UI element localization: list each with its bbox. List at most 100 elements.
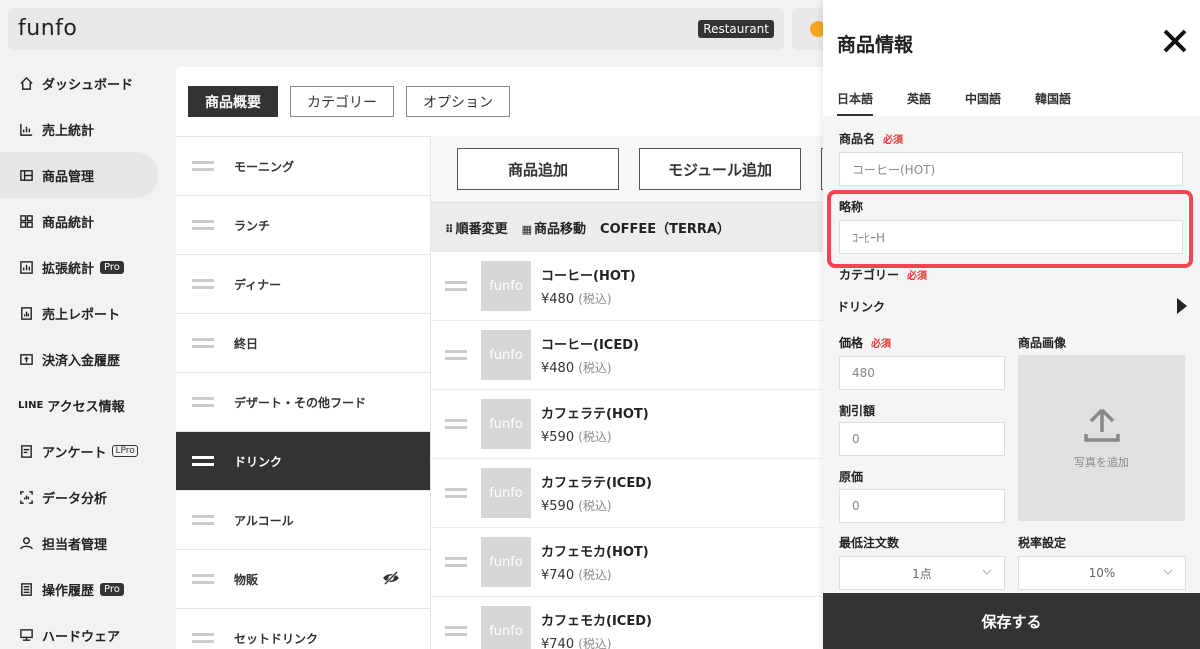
drawer-title: 商品情報	[837, 34, 914, 56]
sidebar-item-payment-history[interactable]: 決済入金履歴	[0, 336, 165, 382]
drag-handle-icon[interactable]	[192, 338, 214, 348]
sidebar-item-label: 担当者管理	[42, 537, 108, 553]
product-row[interactable]: funfo コーヒー(ICED) ¥480 (税込)	[431, 321, 836, 390]
category-item[interactable]: 物販	[176, 550, 430, 609]
sidebar-item-sales-stats[interactable]: 売上統計	[0, 106, 165, 152]
drag-handle-icon[interactable]	[192, 456, 214, 466]
product-row[interactable]: funfo カフェラテ(HOT) ¥590 (税込)	[431, 390, 836, 459]
report-icon	[18, 305, 34, 321]
section-tabs: 商品概要 カテゴリー オプション	[188, 86, 510, 117]
drag-handle-icon[interactable]	[445, 419, 467, 429]
cost-input[interactable]: 0	[839, 489, 1005, 523]
product-row[interactable]: funfo カフェラテ(ICED) ¥590 (税込)	[431, 459, 836, 528]
category-item[interactable]: 終日	[176, 314, 430, 373]
category-item[interactable]: アルコール	[176, 491, 430, 550]
sidebar-item-staff-management[interactable]: 担当者管理	[0, 520, 165, 566]
product-price: ¥480	[541, 292, 575, 307]
category-item[interactable]: モーニング	[176, 137, 430, 196]
category-item[interactable]: ランチ	[176, 196, 430, 255]
category-item[interactable]: ディナー	[176, 255, 430, 314]
sidebar-item-product-management[interactable]: 商品管理	[0, 152, 158, 198]
tab-korean[interactable]: 韓国語	[1035, 90, 1071, 117]
close-icon[interactable]	[1162, 28, 1188, 54]
drag-handle-icon[interactable]	[192, 220, 214, 230]
required-badge: 必須	[907, 271, 928, 282]
drag-handle-icon[interactable]	[192, 574, 214, 584]
drag-handle-icon[interactable]	[192, 397, 214, 407]
drag-handle-icon[interactable]	[192, 161, 214, 171]
tab-category[interactable]: カテゴリー	[290, 86, 394, 117]
product-row[interactable]: funfo カフェモカ(ICED) ¥740 (税込)	[431, 597, 836, 649]
sidebar-item-access-info[interactable]: LINE アクセス情報	[0, 382, 165, 428]
required-badge: 必須	[871, 339, 892, 350]
product-name: カフェモカ(HOT)	[541, 545, 649, 560]
language-tabs: 日本語 英語 中国語 韓国語	[837, 90, 1071, 117]
tab-product-overview[interactable]: 商品概要	[188, 86, 278, 117]
product-price: ¥740	[541, 637, 575, 649]
sidebar-item-sales-report[interactable]: 売上レポート	[0, 290, 165, 336]
product-toolbar: ⠿ 順番変更 ▦ 商品移動 COFFEE（TERRA）	[431, 202, 836, 252]
sidebar-item-label: ダッシュボード	[42, 77, 134, 93]
discount-input[interactable]: 0	[839, 422, 1005, 456]
price-input[interactable]: 480	[839, 356, 1005, 390]
sidebar-item-survey[interactable]: アンケート LPro	[0, 428, 165, 474]
drag-handle-icon[interactable]	[445, 626, 467, 636]
analysis-icon	[18, 489, 34, 505]
tab-chinese[interactable]: 中国語	[965, 90, 1001, 117]
category-item[interactable]: セットドリンク	[176, 609, 430, 649]
line-logo-icon: LINE	[18, 399, 44, 411]
add-product-button[interactable]: 商品追加	[457, 148, 619, 190]
top-bar: funfo Restaurant	[8, 8, 784, 50]
sidebar-item-label: ハードウェア	[42, 629, 121, 645]
tax-label: (税込)	[578, 361, 612, 375]
sidebar-item-label: アンケート	[42, 445, 107, 461]
category-label: セットドリンク	[234, 631, 319, 646]
product-name-label: 商品名 必須	[839, 132, 904, 146]
discount-label: 割引額	[839, 404, 876, 418]
category-selector[interactable]: ドリンク	[837, 294, 1187, 318]
add-module-button[interactable]: モジュール追加	[639, 148, 801, 190]
drag-handle-icon[interactable]	[192, 279, 214, 289]
drag-handle-icon[interactable]	[445, 488, 467, 498]
sidebar-item-data-analysis[interactable]: データ分析	[0, 474, 165, 520]
drag-handle-icon[interactable]	[445, 557, 467, 567]
move-label: 商品移動	[534, 222, 587, 237]
sidebar-item-label: 売上統計	[42, 123, 95, 139]
drag-handle-icon[interactable]	[445, 281, 467, 291]
product-name: カフェモカ(ICED)	[541, 614, 652, 629]
sidebar-item-label: 商品統計	[42, 215, 95, 231]
eye-off-icon[interactable]	[382, 571, 400, 585]
sidebar-item-dashboard[interactable]: ダッシュボード	[0, 60, 165, 106]
sidebar-item-operation-log[interactable]: 操作履歴 Pro	[0, 566, 165, 612]
sidebar-item-label: 操作履歴	[42, 583, 95, 599]
tax-rate-select[interactable]: 10%	[1018, 556, 1186, 590]
product-row[interactable]: funfo カフェモカ(HOT) ¥740 (税込)	[431, 528, 836, 597]
lpro-badge: LPro	[112, 445, 138, 457]
tab-option[interactable]: オプション	[406, 86, 510, 117]
min-order-select[interactable]: 1点	[839, 556, 1005, 590]
reorder-button[interactable]: ⠿ 順番変更	[445, 218, 508, 237]
product-image-upload[interactable]: 写真を追加	[1018, 355, 1185, 521]
product-price: ¥590	[541, 499, 575, 514]
save-button[interactable]: 保存する	[823, 593, 1200, 649]
funfo-logo[interactable]: funfo	[18, 16, 77, 41]
min-order-value: 1点	[912, 566, 932, 581]
product-name-input[interactable]: コーヒー(HOT)	[839, 152, 1183, 186]
tax-rate-label: 税率設定	[1018, 536, 1067, 550]
sidebar-item-extended-stats[interactable]: 拡張統計 Pro	[0, 244, 165, 290]
category-item-selected[interactable]: ドリンク	[176, 432, 430, 491]
drag-handle-icon[interactable]	[192, 515, 214, 525]
drag-handle-icon[interactable]	[445, 350, 467, 360]
drag-handle-icon[interactable]	[192, 633, 214, 643]
tab-english[interactable]: 英語	[907, 90, 931, 117]
move-product-button[interactable]: ▦ 商品移動	[522, 218, 586, 237]
category-item[interactable]: デザート・その他フード	[176, 373, 430, 432]
sidebar-item-hardware[interactable]: ハードウェア	[0, 612, 165, 649]
category-label: 物販	[234, 572, 259, 587]
tab-japanese[interactable]: 日本語	[837, 90, 874, 117]
sidebar-item-product-stats[interactable]: 商品統計	[0, 198, 165, 244]
cost-label: 原価	[839, 470, 864, 484]
category-label: カテゴリー 必須	[839, 268, 928, 282]
user-icon	[18, 535, 34, 551]
product-row[interactable]: funfo コーヒー(HOT) ¥480 (税込)	[431, 252, 836, 321]
